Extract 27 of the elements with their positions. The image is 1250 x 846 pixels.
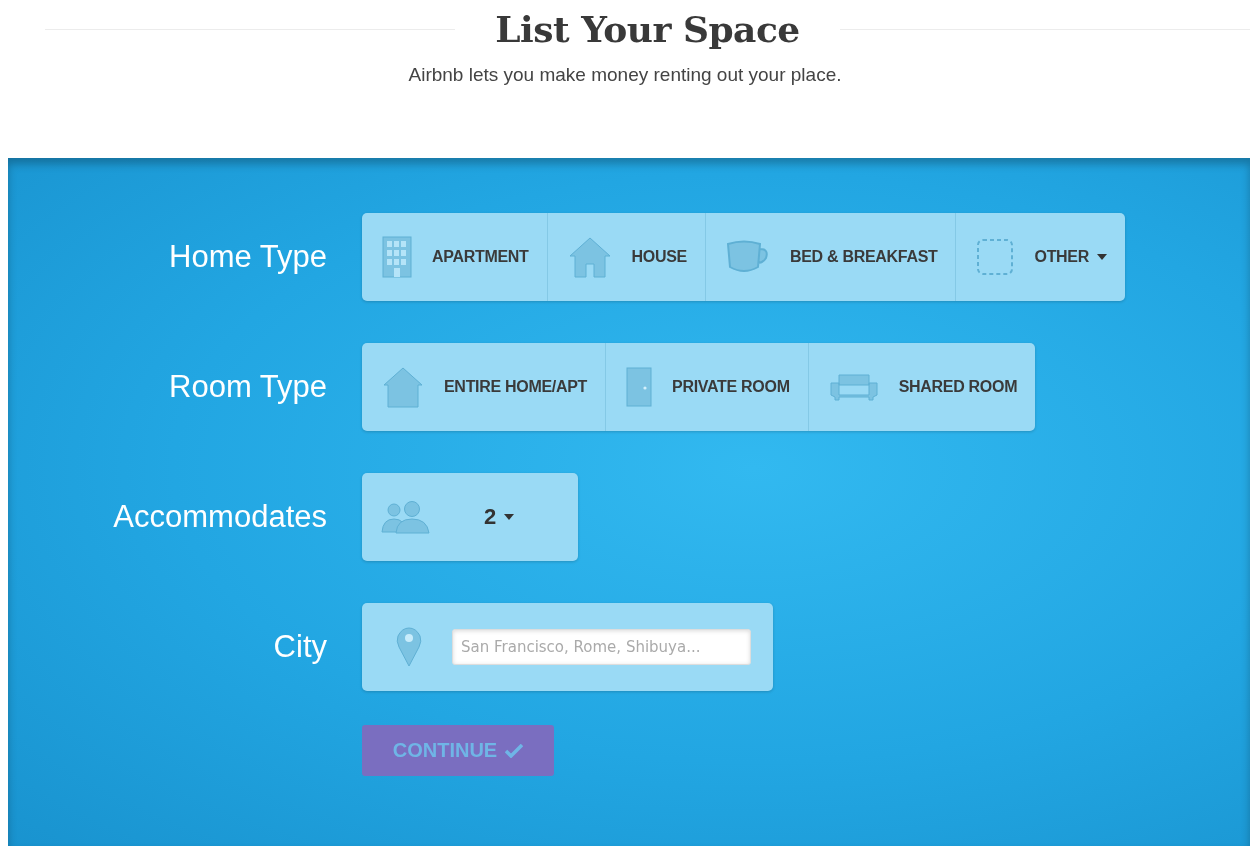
option-button[interactable]: HOUSE [546,213,705,301]
checkmark-icon [505,743,524,758]
sofa-icon [828,373,879,401]
field-label: Room Type [168,369,328,405]
option-button[interactable]: APARTMENT [362,213,547,301]
door-icon [626,367,653,407]
guests-select[interactable]: 2 [362,473,579,561]
building-icon [382,236,412,278]
caret-icon [504,514,515,520]
field-label: Home Type [168,239,328,275]
map-pin-icon [396,627,422,667]
house-icon [382,366,424,408]
page-subtitle: Airbnb lets you make money renting out your place. [408,64,842,86]
house-icon [567,236,612,278]
people-icon [380,500,432,534]
option-button[interactable]: SHARED ROOM [807,343,1036,431]
dashed-square-icon [976,238,1015,276]
field-label: City [272,629,328,665]
option-button[interactable]: ENTIRE HOME/APT [362,343,606,431]
option-button[interactable]: BED & BREAKFAST [704,213,956,301]
city-input[interactable]: San Francisco, Rome, Shibuya... [452,629,751,665]
caret-icon [1097,254,1107,260]
field-label: Accommodates [112,499,328,535]
option-button[interactable]: PRIVATE ROOM [605,343,808,431]
page-title: List Your Space [495,8,800,50]
cup-icon [725,239,770,275]
option-button[interactable]: OTHER [955,213,1125,301]
